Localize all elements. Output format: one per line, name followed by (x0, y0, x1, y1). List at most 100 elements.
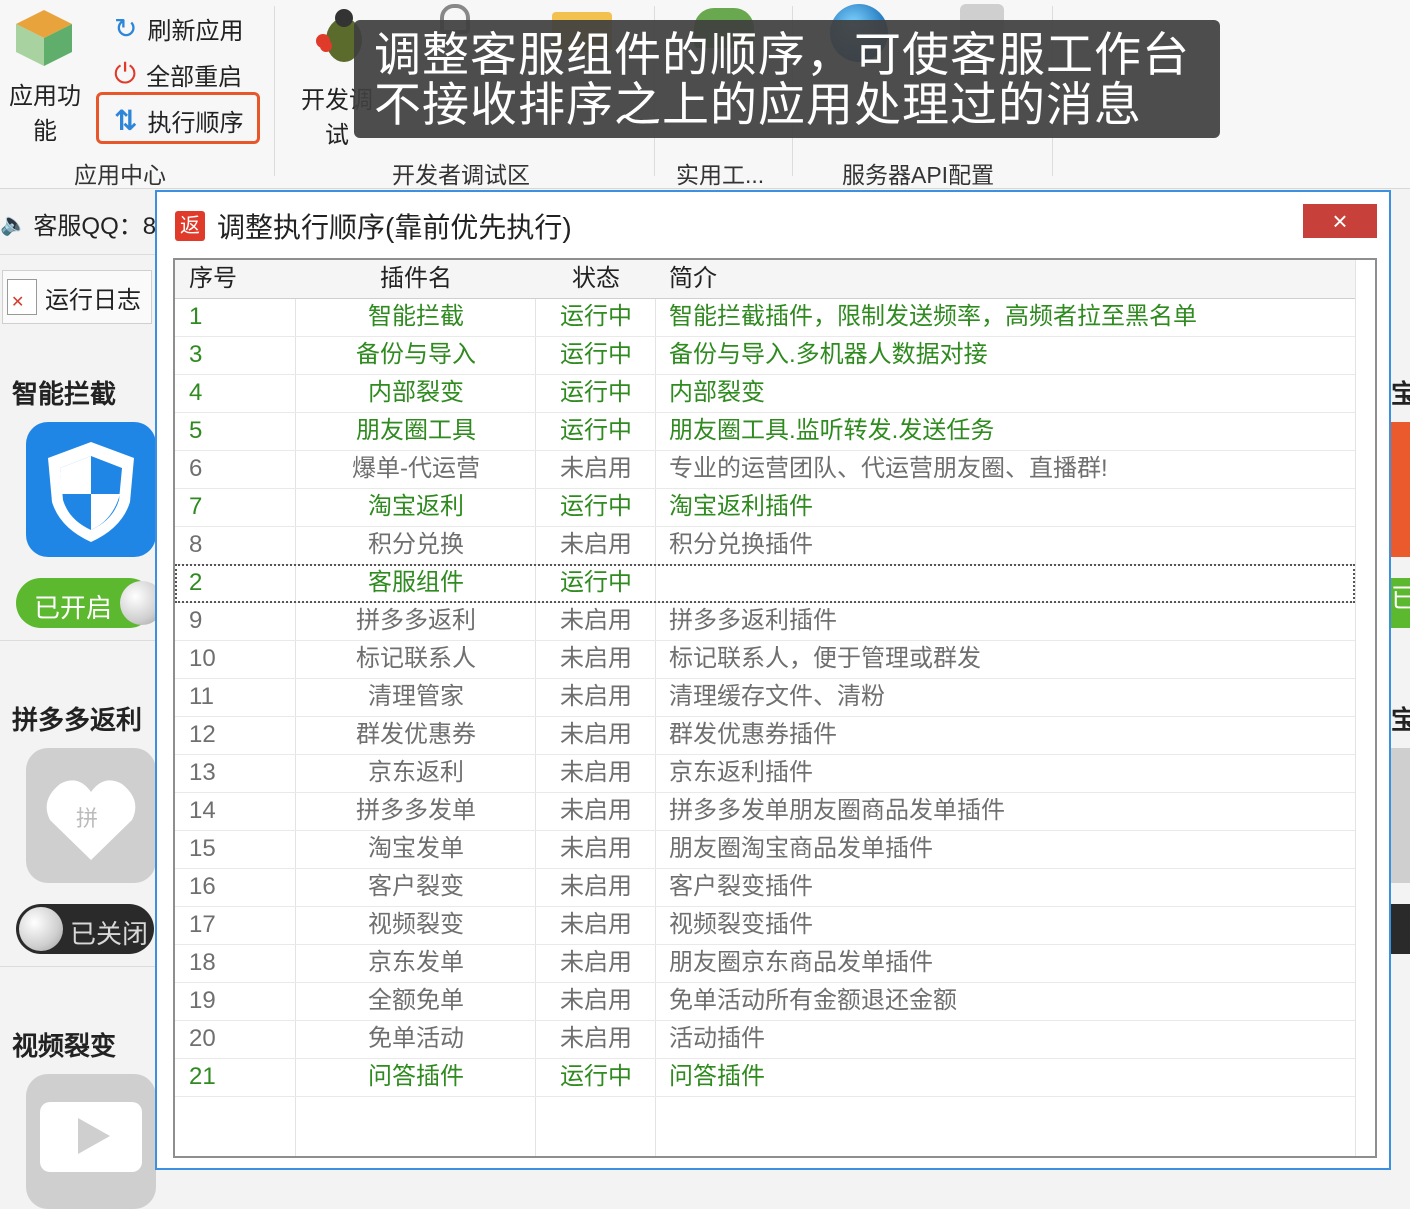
divider (0, 966, 156, 967)
plugin-name: 群发优惠券 (356, 721, 476, 748)
server-group-label: 服务器API配置 (842, 162, 995, 188)
table-row[interactable]: 5 朋友圈工具 运行中 朋友圈工具.监听转发.发送任务 (175, 412, 1355, 451)
plugin-status: 运行中 (560, 493, 632, 520)
restart-all-button[interactable]: ⏻ 全部重启 (114, 54, 242, 94)
table-row[interactable]: 13 京东返利 未启用 京东返利插件 (175, 754, 1355, 793)
table-row[interactable]: 10 标记联系人 未启用 标记联系人，便于管理或群发 (175, 640, 1355, 679)
table-row[interactable]: 6 爆单-代运营 未启用 专业的运营团队、代运营朋友圈、直播群! (175, 450, 1355, 489)
video-icon[interactable] (26, 1074, 156, 1209)
card-title-smart-block: 智能拦截 (12, 379, 117, 409)
table-row[interactable]: 19 全额免单 未启用 免单活动所有金额退还金额 (175, 982, 1355, 1021)
plugin-status: 未启用 (560, 911, 632, 938)
plugin-desc: 群发优惠券插件 (669, 721, 837, 748)
plugin-desc: 朋友圈淘宝商品发单插件 (669, 835, 933, 862)
row-no: 6 (189, 455, 203, 482)
plugin-desc: 拼多多返利插件 (669, 607, 837, 634)
table-row[interactable]: 20 免单活动 未启用 活动插件 (175, 1020, 1355, 1059)
table-row[interactable]: 7 淘宝返利 运行中 淘宝返利插件 (175, 488, 1355, 527)
row-no: 14 (189, 797, 216, 824)
plugin-status: 运行中 (560, 417, 632, 444)
plugin-status: 未启用 (560, 835, 632, 862)
plugin-desc: 朋友圈京东商品发单插件 (669, 949, 933, 976)
col-header-desc[interactable]: 简介 (669, 260, 1359, 298)
plugin-order-list[interactable]: 序号 插件名 状态 简介 1 智能拦截 运行中 智能拦截插件，限制发送频率，高频者拉至… (173, 258, 1377, 1158)
exec-order-dialog: 返 调整执行顺序(靠前优先执行) × 序号 插件名 状态 简介 1 智能拦截 运行中… (155, 190, 1391, 1170)
right-toggle-2[interactable] (1391, 904, 1410, 954)
refresh-label: 刷新应用 (147, 17, 244, 45)
divider (0, 254, 156, 255)
plugin-name: 朋友圈工具 (356, 417, 476, 444)
table-row[interactable]: 18 京东发单 未启用 朋友圈京东商品发单插件 (175, 944, 1355, 983)
right-app-icon-2[interactable] (1391, 748, 1410, 883)
plugin-name: 爆单-代运营 (352, 455, 480, 482)
table-row[interactable]: 15 淘宝发单 未启用 朋友圈淘宝商品发单插件 (175, 830, 1355, 869)
plugin-status: 未启用 (560, 531, 632, 558)
toggle-smart-block[interactable]: 已开启 (16, 578, 164, 628)
table-row[interactable]: 8 积分兑换 未启用 积分兑换插件 (175, 526, 1355, 565)
col-header-status[interactable]: 状态 (537, 260, 655, 298)
plugin-status: 未启用 (560, 873, 632, 900)
list-header: 序号 插件名 状态 简介 (175, 260, 1355, 299)
plugin-name: 拼多多发单 (356, 797, 476, 824)
tools-group-label: 实用工... (676, 162, 765, 188)
row-no: 11 (189, 683, 214, 710)
plugin-desc: 问答插件 (669, 1063, 765, 1090)
col-header-no[interactable]: 序号 (189, 260, 295, 298)
plugin-status: 运行中 (560, 341, 632, 368)
table-row[interactable]: 16 客户裂变 未启用 客户裂变插件 (175, 868, 1355, 907)
row-no: 10 (189, 645, 216, 672)
shield-icon[interactable] (26, 422, 156, 557)
plugin-status: 未启用 (560, 987, 632, 1014)
plugin-name: 备份与导入 (356, 341, 476, 368)
right-card-title-2: 宝 (1391, 705, 1410, 735)
plugin-desc: 备份与导入.多机器人数据对接 (669, 341, 988, 368)
table-row[interactable]: 1 智能拦截 运行中 智能拦截插件，限制发送频率，高频者拉至黑名单 (175, 298, 1355, 337)
run-log-button[interactable]: ✕ 运行日志 (2, 270, 152, 324)
app-function-button[interactable]: 应用功能 (0, 6, 90, 146)
plugin-name: 客服组件 (368, 569, 464, 596)
plugin-status: 未启用 (560, 455, 632, 482)
svg-text:拼: 拼 (76, 807, 98, 832)
app-logo-icon: 返 (175, 211, 205, 241)
speaker-icon: 🔈 (0, 210, 28, 236)
plugin-name: 积分兑换 (368, 531, 464, 558)
row-no: 15 (189, 835, 216, 862)
right-toggle[interactable]: 已 (1391, 578, 1410, 628)
row-no: 1 (189, 303, 203, 330)
table-row[interactable]: 3 备份与导入 运行中 备份与导入.多机器人数据对接 (175, 336, 1355, 375)
plugin-name: 视频裂变 (368, 911, 464, 938)
plugin-desc: 积分兑换插件 (669, 531, 813, 558)
col-header-name[interactable]: 插件名 (297, 260, 535, 298)
plugin-name: 客户裂变 (368, 873, 464, 900)
plugin-status: 运行中 (560, 379, 632, 406)
table-row[interactable]: 9 拼多多返利 未启用 拼多多返利插件 (175, 602, 1355, 641)
pdd-logo-icon[interactable]: 拼 (26, 748, 156, 883)
plugin-status: 未启用 (560, 1025, 632, 1052)
row-no: 7 (189, 493, 203, 520)
plugin-desc: 视频裂变插件 (669, 911, 813, 938)
plugin-desc: 清理缓存文件、清粉 (669, 683, 885, 710)
card-title-pdd-rebate: 拼多多返利 (12, 705, 143, 735)
app-center-group-label: 应用中心 (74, 162, 166, 188)
plugin-name: 问答插件 (368, 1063, 464, 1090)
table-row[interactable]: 21 问答插件 运行中 问答插件 (175, 1058, 1355, 1097)
table-row[interactable]: 11 清理管家 未启用 清理缓存文件、清粉 (175, 678, 1355, 717)
plugin-status: 未启用 (560, 645, 632, 672)
refresh-app-button[interactable]: ↻ 刷新应用 (114, 8, 243, 48)
service-qq-label: 客服QQ：8 (33, 213, 157, 240)
table-row[interactable]: 12 群发优惠券 未启用 群发优惠券插件 (175, 716, 1355, 755)
right-app-icon[interactable] (1391, 422, 1410, 557)
toggle-pdd-rebate[interactable]: 已关闭 (16, 904, 154, 954)
card-title-video-fission: 视频裂变 (12, 1031, 117, 1061)
row-no: 20 (189, 1025, 216, 1052)
plugin-status: 未启用 (560, 721, 632, 748)
table-row[interactable]: 2 客服组件 运行中 (175, 564, 1355, 603)
table-row[interactable]: 14 拼多多发单 未启用 拼多多发单朋友圈商品发单插件 (175, 792, 1355, 831)
restart-label: 全部重启 (146, 63, 243, 91)
dialog-title: 调整执行顺序(靠前优先执行) (217, 212, 572, 243)
plugin-status: 未启用 (560, 797, 632, 824)
table-row[interactable]: 17 视频裂变 未启用 视频裂变插件 (175, 906, 1355, 945)
table-row[interactable]: 4 内部裂变 运行中 内部裂变 (175, 374, 1355, 413)
close-button[interactable]: × (1303, 204, 1377, 238)
red-dot-icon (316, 34, 330, 48)
